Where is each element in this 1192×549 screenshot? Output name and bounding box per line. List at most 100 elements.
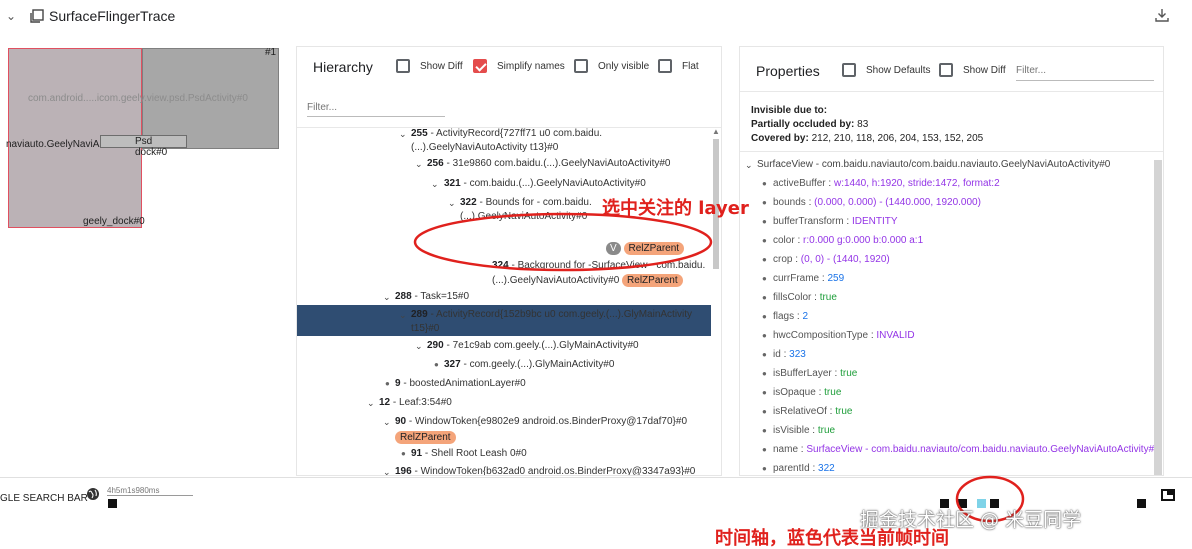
props-show-diff-checkbox[interactable] [939,63,953,77]
property-row-activeBuffer[interactable]: activeBuffer : w:1440, h:1920, stride:14… [773,178,1000,189]
collapse-chevron-icon[interactable]: ⌄ [6,9,16,23]
property-value: 2 [802,311,809,322]
layer-preview-canvas[interactable]: #1 com.android.....icom.geely.view.psd.P… [6,46,280,231]
tree-node-90-chips: RelZParent [395,431,456,444]
property-value: true [817,425,836,436]
property-row-isBufferLayer[interactable]: isBufferLayer : true [773,368,857,379]
property-row-name[interactable]: name : SurfaceView - com.baidu.naviauto/… [773,444,1160,455]
expand-toggle-icon[interactable]: ⌄ [415,159,423,170]
properties-scrollbar[interactable] [1154,160,1162,475]
tree-node-12[interactable]: 12 - Leaf:3:54#0 [379,397,452,408]
properties-title: Properties [756,63,820,79]
picture-in-picture-icon[interactable] [1161,489,1175,501]
hierarchy-scrollbar[interactable]: ▲ [712,127,720,473]
download-icon[interactable] [1155,8,1169,22]
property-row-hwcCompositionType[interactable]: hwcCompositionType : INVALID [773,330,915,341]
property-key: activeBuffer [773,178,826,189]
properties-filter-input[interactable] [1016,61,1154,81]
property-row-id[interactable]: id : 323 [773,349,806,360]
scroll-up-icon[interactable]: ▲ [712,127,720,136]
expand-toggle-icon[interactable]: ⌄ [399,310,407,321]
properties-panel: Properties Show Defaults Show Diff Invis… [739,46,1164,476]
property-key: flags [773,311,795,322]
property-separator: : [831,368,841,379]
tree-node-322[interactable]: 322 - Bounds for - com.baidu. [460,197,592,208]
trace-header: ⌄ SurfaceFlingerTrace [0,0,1192,34]
property-bullet-icon: ● [762,217,767,226]
tree-node-323[interactable]: 323 - SurfaceView - com.baidu. [476,228,615,239]
tree-node-324[interactable]: 324 - Background for -SurfaceView - com.… [492,260,705,271]
tree-node-321[interactable]: 321 - com.baidu.(...).GeelyNaviAutoActiv… [444,178,646,189]
expand-toggle-icon[interactable]: ⌄ [448,198,456,209]
property-row-bufferTransform[interactable]: bufferTransform : IDENTITY [773,216,898,227]
show-diff-label: Show Diff [420,61,463,72]
expand-toggle-icon[interactable]: ⌄ [464,230,472,241]
expand-toggle-icon[interactable]: ⌄ [415,341,423,352]
property-row-isOpaque[interactable]: isOpaque : true [773,387,841,398]
expand-toggle-icon[interactable]: ⌄ [745,160,753,171]
property-bullet-icon: ● [762,407,767,416]
property-row-bounds[interactable]: bounds : (0.000, 0.000) - (1440.000, 192… [773,197,981,208]
tree-node-196[interactable]: 196 - WindowToken{b632ad0 android.os.Bin… [395,466,695,475]
property-separator: : [825,178,834,189]
property-row-isRelativeOf[interactable]: isRelativeOf : true [773,406,852,417]
hierarchy-tree: ⌄ 255 - ActivityRecord{727ff71 u0 com.ba… [297,127,721,475]
psd-dock-rect[interactable]: Psd dock#0 [100,135,187,158]
tree-node-290[interactable]: 290 - 7e1c9ab com.geely.(...).GlyMainAct… [427,340,639,351]
simplify-names-checkbox[interactable] [473,59,487,73]
show-diff-checkbox[interactable] [396,59,410,73]
timestamp-label: 4h5m1s980ms [107,486,160,495]
timeline-entry-marker[interactable] [1137,499,1146,508]
psd-dock-label: Psd dock#0 [135,136,168,158]
property-key: bufferTransform [773,216,844,227]
property-row-currFrame[interactable]: currFrame : 259 [773,273,844,284]
expand-toggle-icon[interactable]: ⌄ [431,179,439,190]
expand-toggle-icon[interactable]: ⌄ [383,417,391,428]
only-visible-checkbox[interactable] [574,59,588,73]
property-value: true [835,406,853,417]
expand-toggle-icon[interactable]: ⌄ [383,467,391,475]
flat-checkbox[interactable] [658,59,672,73]
property-bullet-icon: ● [762,274,767,283]
tree-node-322-cont: (...).GeelyNaviAutoActivity#0 [460,211,588,222]
tree-node-90[interactable]: 90 - WindowToken{e9802e9 android.os.Bind… [395,416,687,427]
globe-icon[interactable] [86,487,100,501]
property-bullet-icon: ● [762,369,767,378]
property-row-color[interactable]: color : r:0.000 g:0.000 b:0.000 a:1 [773,235,923,246]
preview-label-top: com.android.....icom.geely.view.psd.PsdA… [28,93,248,104]
property-key: fillsColor [773,292,812,303]
tree-node-327[interactable]: 327 - com.geely.(...).GlyMainActivity#0 [444,359,614,370]
property-bullet-icon: ● [762,179,767,188]
property-row-crop[interactable]: crop : (0, 0) - (1440, 1920) [773,254,890,265]
timeline-entry-marker[interactable] [108,499,117,508]
tree-node-289[interactable]: 289 - ActivityRecord{152b9bc u0 com.geel… [411,309,692,320]
property-row-fillsColor[interactable]: fillsColor : true [773,292,837,303]
property-key: id [773,349,781,360]
show-defaults-checkbox[interactable] [842,63,856,77]
simplify-names-label: Simplify names [497,61,565,72]
property-key: isOpaque [773,387,816,398]
property-row-isVisible[interactable]: isVisible : true [773,425,835,436]
property-value: true [840,368,858,379]
expand-toggle-icon[interactable]: ⌄ [383,292,391,303]
relzparent-chip: RelZParent [622,274,683,287]
property-row-parentId[interactable]: parentId : 322 [773,463,835,474]
property-separator: : [843,216,852,227]
tree-node-91[interactable]: 91 - Shell Root Leash 0#0 [411,448,527,459]
tree-node-255[interactable]: 255 - ActivityRecord{727ff71 u0 com.baid… [411,128,602,139]
property-row-flags[interactable]: flags : 2 [773,311,808,322]
layer-annotation-text: 选中关注的 layer [602,198,749,219]
tree-node-288[interactable]: 288 - Task=15#0 [395,291,469,302]
expand-toggle-icon[interactable]: ⌄ [399,129,407,140]
tree-node-256[interactable]: 256 - 31e9860 com.baidu.(...).GeelyNaviA… [427,158,670,169]
property-value: INVALID [876,330,915,341]
trace-title: SurfaceFlingerTrace [49,8,176,24]
expand-toggle-icon[interactable]: ⌄ [367,398,375,409]
invisible-reason-title: Invisible due to: [751,105,828,116]
property-separator: : [794,235,804,246]
tree-node-9[interactable]: 9 - boostedAnimationLayer#0 [395,378,526,389]
visible-chip: V [606,242,621,255]
hierarchy-filter-input[interactable] [307,99,445,117]
property-bullet-icon: ● [762,255,767,264]
only-visible-label: Only visible [598,61,650,72]
